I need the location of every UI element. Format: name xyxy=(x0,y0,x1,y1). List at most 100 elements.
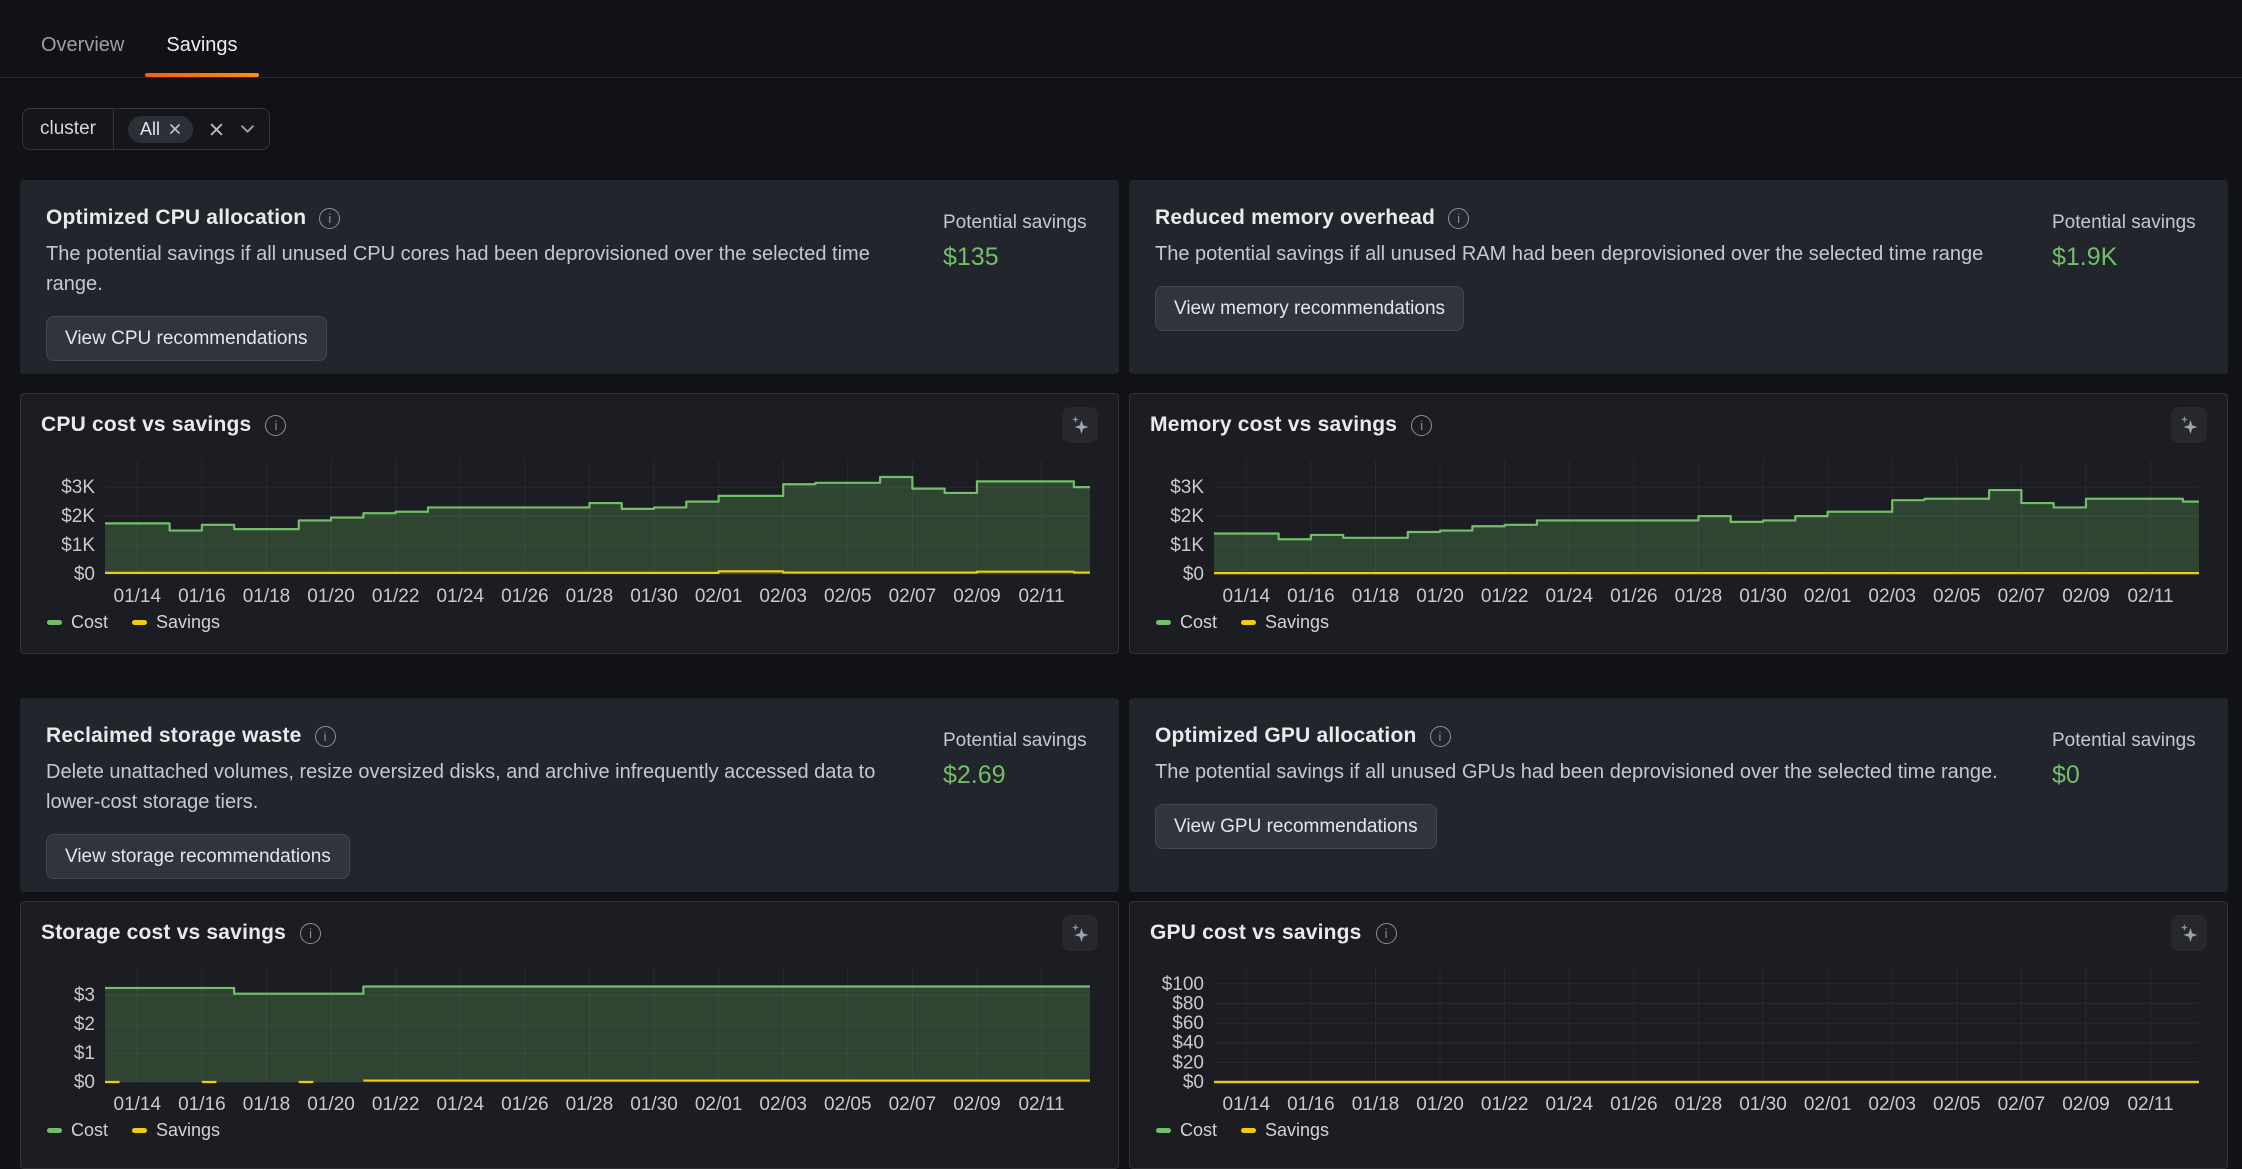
x-tick-label: 02/09 xyxy=(953,586,1001,607)
legend-dash-icon xyxy=(1241,620,1256,625)
filter-dropdown-chevron-icon[interactable] xyxy=(240,124,255,134)
view-memory-recommendations-button[interactable]: View memory recommendations xyxy=(1155,286,1464,331)
info-icon[interactable]: i xyxy=(315,726,336,747)
x-tick-label: 02/01 xyxy=(1804,586,1852,607)
ai-explain-button[interactable] xyxy=(1062,915,1098,951)
x-tick-label: 01/28 xyxy=(566,1094,614,1115)
x-tick-label: 02/07 xyxy=(1998,1094,2046,1115)
potential-savings-label: Potential savings xyxy=(943,212,1093,234)
legend-item-savings[interactable]: Savings xyxy=(132,612,220,633)
legend-item-cost[interactable]: Cost xyxy=(47,612,108,633)
legend-item-cost[interactable]: Cost xyxy=(47,1120,108,1141)
card-title-row: Optimized CPU allocation i xyxy=(46,206,923,230)
x-tick-label: 01/14 xyxy=(114,586,162,607)
x-tick-label: 01/16 xyxy=(1287,1094,1335,1115)
x-tick-label: 01/14 xyxy=(1223,586,1271,607)
info-icon[interactable]: i xyxy=(300,923,321,944)
x-tick-label: 02/01 xyxy=(695,586,743,607)
info-icon[interactable]: i xyxy=(1376,923,1397,944)
panel-title: Storage cost vs savings xyxy=(41,921,286,945)
card-title: Optimized CPU allocation xyxy=(46,206,306,230)
info-icon[interactable]: i xyxy=(1448,208,1469,229)
x-tick-label: 01/20 xyxy=(307,1094,355,1115)
panel-gpu-cost-vs-savings: GPU cost vs savings i $0$20$40$60$80$100… xyxy=(1129,901,2228,1169)
y-tick-label: $3K xyxy=(61,477,95,498)
chart-row-1: CPU cost vs savings i $0$1K$2K$3K01/1401… xyxy=(20,393,2228,654)
panel-header: Storage cost vs savings i xyxy=(41,914,1098,952)
x-tick-label: 02/05 xyxy=(824,1094,872,1115)
ai-explain-button[interactable] xyxy=(2171,915,2207,951)
legend-label: Cost xyxy=(1180,1120,1217,1141)
info-icon[interactable]: i xyxy=(265,415,286,436)
card-title-row: Reclaimed storage waste i xyxy=(46,724,923,748)
tab-bar: Overview Savings xyxy=(0,0,2242,78)
panel-storage-cost-vs-savings: Storage cost vs savings i $0$1$2$301/140… xyxy=(20,901,1119,1169)
y-tick-label: $1K xyxy=(1170,535,1204,556)
panel-header: CPU cost vs savings i xyxy=(41,406,1098,444)
ai-explain-button[interactable] xyxy=(2171,407,2207,443)
x-tick-label: 01/26 xyxy=(501,1094,549,1115)
panel-title: CPU cost vs savings xyxy=(41,413,251,437)
potential-savings-block: Potential savings $135 xyxy=(943,206,1093,354)
legend-item-cost[interactable]: Cost xyxy=(1156,612,1217,633)
legend-item-savings[interactable]: Savings xyxy=(1241,1120,1329,1141)
potential-savings-label: Potential savings xyxy=(2052,212,2202,234)
view-gpu-recommendations-button[interactable]: View GPU recommendations xyxy=(1155,804,1437,849)
x-tick-label: 01/22 xyxy=(1481,586,1529,607)
ai-explain-button[interactable] xyxy=(1062,407,1098,443)
cost-series-area xyxy=(105,986,1090,1082)
dashboard-body: Optimized CPU allocation i The potential… xyxy=(0,150,2242,1169)
info-row-1: Optimized CPU allocation i The potential… xyxy=(20,180,2228,374)
x-tick-label: 01/30 xyxy=(1739,1094,1787,1115)
chip-remove-icon[interactable] xyxy=(169,123,181,135)
info-icon[interactable]: i xyxy=(1411,415,1432,436)
filter-value-chip[interactable]: All xyxy=(128,116,193,143)
x-tick-label: 01/22 xyxy=(372,586,420,607)
card-title-row: Optimized GPU allocation i xyxy=(1155,724,2032,748)
x-tick-label: 01/20 xyxy=(307,586,355,607)
x-tick-label: 01/30 xyxy=(1739,586,1787,607)
potential-savings-label: Potential savings xyxy=(2052,730,2202,752)
y-tick-label: $1 xyxy=(74,1043,95,1064)
y-tick-label: $0 xyxy=(1183,564,1204,585)
legend-dash-icon xyxy=(47,1128,62,1133)
gpu-chart: $0$20$40$60$80$10001/1401/1601/1801/2001… xyxy=(1150,960,2207,1118)
x-tick-label: 02/11 xyxy=(2127,586,2173,607)
legend-label: Cost xyxy=(71,612,108,633)
potential-savings-value: $0 xyxy=(2052,761,2202,790)
x-tick-label: 01/24 xyxy=(436,586,484,607)
cost-series-area xyxy=(105,477,1090,574)
x-tick-label: 01/20 xyxy=(1416,586,1464,607)
x-tick-label: 01/16 xyxy=(178,586,226,607)
sparkle-icon xyxy=(2178,414,2200,436)
card-title: Optimized GPU allocation xyxy=(1155,724,1417,748)
filter-key-label[interactable]: cluster xyxy=(23,109,114,149)
x-tick-label: 01/30 xyxy=(630,586,678,607)
card-title-row: Reduced memory overhead i xyxy=(1155,206,2032,230)
potential-savings-label: Potential savings xyxy=(943,730,1093,752)
x-tick-label: 02/07 xyxy=(1998,586,2046,607)
potential-savings-value: $135 xyxy=(943,243,1093,272)
view-storage-recommendations-button[interactable]: View storage recommendations xyxy=(46,834,350,879)
info-icon[interactable]: i xyxy=(319,208,340,229)
sparkle-icon xyxy=(1069,922,1091,944)
x-tick-label: 01/14 xyxy=(114,1094,162,1115)
x-tick-label: 02/09 xyxy=(953,1094,1001,1115)
filter-clear-icon[interactable] xyxy=(209,122,224,137)
legend-item-cost[interactable]: Cost xyxy=(1156,1120,1217,1141)
tab-savings[interactable]: Savings xyxy=(145,14,258,77)
storage-chart: $0$1$2$301/1401/1601/1801/2001/2201/2401… xyxy=(41,960,1098,1118)
x-tick-label: 02/09 xyxy=(2062,586,2110,607)
card-description: The potential savings if all unused RAM … xyxy=(1155,239,2032,269)
info-icon[interactable]: i xyxy=(1430,726,1451,747)
view-cpu-recommendations-button[interactable]: View CPU recommendations xyxy=(46,316,327,361)
filter-bar: cluster All xyxy=(22,108,2242,150)
legend-label: Cost xyxy=(71,1120,108,1141)
filter-value-area[interactable]: All xyxy=(114,109,269,149)
potential-savings-block: Potential savings $2.69 xyxy=(943,724,1093,872)
legend-item-savings[interactable]: Savings xyxy=(132,1120,220,1141)
y-tick-label: $40 xyxy=(1172,1033,1204,1054)
card-description: The potential savings if all unused CPU … xyxy=(46,239,923,299)
legend-item-savings[interactable]: Savings xyxy=(1241,612,1329,633)
tab-overview[interactable]: Overview xyxy=(20,14,145,77)
